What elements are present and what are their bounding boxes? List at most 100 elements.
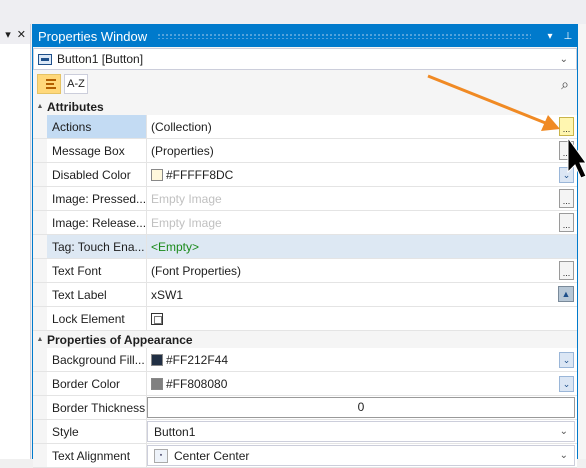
property-value-cell[interactable] [147, 307, 577, 330]
property-value: #FF808080 [166, 376, 228, 391]
row-gutter [33, 139, 47, 162]
ellipsis-button[interactable]: ... [559, 261, 574, 280]
row-gutter [33, 372, 47, 395]
property-row[interactable]: Lock Element [33, 307, 577, 331]
property-name[interactable]: Text Font [47, 259, 147, 282]
drag-grip[interactable] [157, 33, 531, 39]
property-name[interactable]: Background Fill... [47, 348, 147, 371]
row-gutter [33, 444, 47, 467]
property-value: xSW1 [151, 287, 184, 302]
property-value: #FFFFF8DC [166, 167, 234, 182]
categorized-icon [42, 79, 56, 89]
close-icon[interactable]: ✕ [17, 28, 26, 41]
properties-title-bar[interactable]: Properties Window ▾ ⊥ [33, 25, 577, 47]
search-icon[interactable]: ⌕ [561, 76, 569, 93]
category-name: Properties of Appearance [47, 332, 193, 347]
property-name[interactable]: Disabled Color [47, 163, 147, 186]
collapse-triangle-icon[interactable]: ▲ [33, 336, 47, 343]
property-name[interactable]: Text Label [47, 283, 147, 306]
dropdown-button[interactable]: ⌄ [559, 352, 574, 368]
property-name[interactable]: Text Alignment [47, 444, 147, 467]
property-value-cell[interactable]: Empty Image... [147, 211, 577, 234]
property-value-cell[interactable]: #FF808080 ⌄ [147, 372, 577, 395]
combo-value: Button1 [154, 424, 196, 439]
combo-value: Center Center [174, 448, 250, 463]
property-value-cell[interactable]: Button1 ⌄ [147, 420, 577, 443]
row-gutter [33, 283, 47, 306]
property-row[interactable]: Background Fill... #FF212F44 ⌄ [33, 348, 577, 372]
properties-window: Properties Window ▾ ⊥ Button1 [Button] ⌄… [32, 24, 578, 468]
color-swatch [151, 377, 163, 390]
chevron-down-icon: ⌄ [559, 426, 568, 437]
category-name: Attributes [47, 99, 104, 114]
dropdown-button[interactable]: ⌄ [559, 376, 574, 392]
property-name[interactable]: Actions [47, 115, 147, 138]
property-name[interactable]: Border Color [47, 372, 147, 395]
property-row[interactable]: Border Color #FF808080 ⌄ [33, 372, 577, 396]
ellipsis-button[interactable]: ... [559, 189, 574, 208]
ellipsis-button[interactable]: ... [559, 213, 574, 232]
property-value: (Properties) [151, 143, 214, 158]
property-value-cell[interactable]: #FF212F44 ⌄ [147, 348, 577, 371]
row-gutter [33, 259, 47, 282]
property-value-cell[interactable]: <Empty> [147, 235, 577, 258]
chevron-down-icon: ⌄ [559, 450, 568, 461]
property-value-cell[interactable]: (Font Properties)... [147, 259, 577, 282]
property-row[interactable]: Text Font (Font Properties)... [33, 259, 577, 283]
window-menu-icon[interactable]: ▾ [541, 31, 559, 42]
alphabetical-sort-button[interactable]: A-Z [64, 74, 88, 94]
property-row[interactable]: Message Box (Properties)... [33, 139, 577, 163]
property-row[interactable]: Text Alignment ▪ Center Center ⌄ [33, 444, 577, 468]
border-thickness-input[interactable]: 0 [147, 397, 575, 418]
row-gutter [33, 396, 47, 419]
category-header[interactable]: ▲ Attributes [33, 98, 577, 115]
property-name[interactable]: Image: Pressed... [47, 187, 147, 210]
property-name[interactable]: Tag: Touch Ena... [47, 235, 147, 258]
ellipsis-button[interactable]: ... [559, 117, 574, 136]
property-value-cell[interactable]: (Collection)... [147, 115, 577, 138]
right-edge [578, 24, 586, 459]
property-value-cell[interactable]: xSW1 ▲ [147, 283, 577, 306]
property-value: Empty Image [151, 215, 222, 230]
window-title: Properties Window [38, 28, 148, 44]
property-row[interactable]: Tag: Touch Ena... <Empty> [33, 235, 577, 259]
property-value-cell[interactable]: 0 [147, 396, 577, 419]
property-value: <Empty> [151, 239, 200, 254]
property-row[interactable]: Image: Release... Empty Image... [33, 211, 577, 235]
property-row[interactable]: Text Label xSW1 ▲ [33, 283, 577, 307]
pin-icon[interactable]: ⊥ [559, 31, 577, 42]
category-header[interactable]: ▲ Properties of Appearance [33, 331, 577, 348]
property-value-cell[interactable]: Empty Image... [147, 187, 577, 210]
categorized-view-button[interactable] [37, 74, 61, 94]
property-value-cell[interactable]: (Properties)... [147, 139, 577, 162]
row-gutter [33, 420, 47, 443]
lock-element-checkbox[interactable] [151, 312, 163, 325]
property-row[interactable]: Image: Pressed... Empty Image... [33, 187, 577, 211]
row-gutter [33, 187, 47, 210]
row-gutter [33, 163, 47, 186]
color-swatch [151, 353, 163, 366]
row-gutter [33, 348, 47, 371]
property-name[interactable]: Lock Element [47, 307, 147, 330]
property-name[interactable]: Image: Release... [47, 211, 147, 234]
row-gutter [33, 235, 47, 258]
property-value: (Collection) [151, 119, 212, 134]
property-value-cell[interactable]: #FFFFF8DC ⌄ [147, 163, 577, 186]
property-row[interactable]: Disabled Color #FFFFF8DC ⌄ [33, 163, 577, 187]
dropdown-button[interactable]: ⌄ [559, 167, 574, 183]
object-selector[interactable]: Button1 [Button] ⌄ [33, 48, 577, 70]
property-combo-box[interactable]: Button1 ⌄ [147, 421, 575, 442]
ellipsis-button[interactable]: ... [559, 141, 574, 160]
property-name[interactable]: Style [47, 420, 147, 443]
property-value-cell[interactable]: ▪ Center Center ⌄ [147, 444, 577, 467]
property-name[interactable]: Border Thickness [47, 396, 147, 419]
property-row[interactable]: Style Button1 ⌄ [33, 420, 577, 444]
panel-menu-icon[interactable]: ▾ [5, 28, 11, 41]
row-gutter [33, 307, 47, 330]
property-row[interactable]: Border Thickness 0 [33, 396, 577, 420]
property-combo-box[interactable]: ▪ Center Center ⌄ [147, 445, 575, 466]
property-row[interactable]: Actions (Collection)... [33, 115, 577, 139]
collapse-triangle-icon[interactable]: ▲ [33, 103, 47, 110]
property-name[interactable]: Message Box [47, 139, 147, 162]
image-picker-button[interactable]: ▲ [558, 286, 574, 302]
